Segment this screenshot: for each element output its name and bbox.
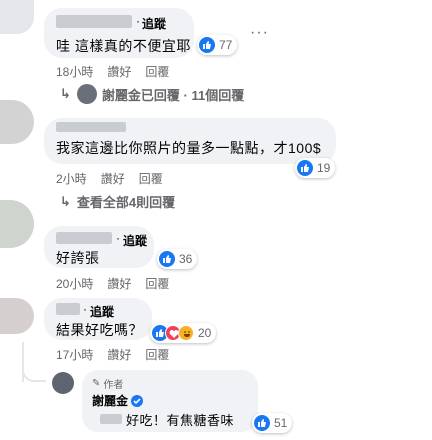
like-icon bbox=[297, 160, 313, 176]
like-icon bbox=[254, 415, 270, 431]
reaction-count: 36 bbox=[179, 252, 193, 266]
author-name[interactable]: 謝麗金 bbox=[92, 392, 128, 409]
like-icon bbox=[199, 37, 215, 53]
commenter-name[interactable] bbox=[56, 303, 80, 315]
mentioned-user[interactable] bbox=[100, 414, 122, 424]
commenter-name[interactable] bbox=[56, 15, 132, 28]
commenter-name[interactable] bbox=[56, 232, 112, 244]
comment-text: 結果好吃嗎？ bbox=[56, 322, 143, 338]
reaction-count: 20 bbox=[198, 326, 212, 340]
comment-meta: 20小時 讚好 回覆 bbox=[56, 275, 183, 292]
timestamp[interactable]: 20小時 bbox=[56, 277, 93, 291]
author-avatar[interactable] bbox=[52, 372, 74, 394]
reply-button[interactable]: 回覆 bbox=[139, 172, 163, 186]
avatar[interactable] bbox=[0, 100, 34, 144]
reaction-summary[interactable]: 36 bbox=[157, 249, 198, 269]
timestamp[interactable]: 17小時 bbox=[56, 348, 93, 362]
reply-text: 好吃！有焦糖香味 bbox=[126, 413, 235, 428]
like-button[interactable]: 讚好 bbox=[107, 277, 131, 291]
comment-meta: 18小時 讚好 回覆 bbox=[56, 63, 183, 80]
avatar[interactable] bbox=[0, 0, 34, 34]
reaction-summary[interactable]: 51 bbox=[252, 413, 293, 433]
comment-text: 哇 這樣真的不便宜耶 bbox=[56, 38, 191, 54]
reaction-summary[interactable]: 19 bbox=[295, 158, 336, 178]
reaction-summary[interactable]: 77 bbox=[197, 35, 238, 55]
reply-button[interactable]: 回覆 bbox=[145, 65, 169, 79]
view-replies-link[interactable]: ↳ 查看全部4則回覆 bbox=[60, 192, 175, 211]
haha-icon bbox=[178, 325, 194, 341]
comment-meta: 2小時 讚好 回覆 bbox=[56, 170, 177, 187]
follow-button[interactable]: 追蹤 bbox=[142, 15, 166, 32]
reply-button[interactable]: 回覆 bbox=[145, 277, 169, 291]
author-name-row: 謝麗金 bbox=[92, 392, 144, 409]
avatar bbox=[76, 84, 97, 104]
reply-button[interactable]: 回覆 bbox=[145, 348, 169, 362]
like-button[interactable]: 讚好 bbox=[107, 348, 131, 362]
comment-text: 好誇張 bbox=[56, 250, 100, 266]
avatar[interactable] bbox=[0, 298, 34, 334]
timestamp[interactable]: 18小時 bbox=[56, 65, 93, 79]
timestamp[interactable]: 2小時 bbox=[56, 172, 87, 186]
thread-connector bbox=[22, 358, 46, 382]
reaction-count: 19 bbox=[317, 161, 331, 175]
pencil-icon: ✎ bbox=[92, 378, 101, 389]
follow-button[interactable]: 追蹤 bbox=[123, 232, 147, 249]
commenter-name[interactable] bbox=[56, 122, 126, 132]
reaction-summary[interactable]: 20 bbox=[150, 323, 217, 343]
follow-button[interactable]: 追蹤 bbox=[90, 303, 114, 320]
comment-meta: 17小時 讚好 回覆 bbox=[56, 346, 183, 363]
view-replies-link[interactable]: ↳ 謝麗金已回覆 · 11個回覆 bbox=[60, 84, 244, 104]
reply-arrow-icon: ↳ bbox=[60, 193, 71, 209]
like-icon bbox=[159, 251, 175, 267]
avatar[interactable] bbox=[0, 200, 34, 248]
reaction-count: 51 bbox=[274, 416, 288, 430]
verified-icon bbox=[131, 394, 144, 407]
reply-arrow-icon: ↳ bbox=[60, 86, 71, 101]
more-icon[interactable]: ··· bbox=[250, 24, 269, 42]
author-badge: ✎ 作者 bbox=[92, 378, 124, 391]
comment-text: 我家這邊比你照片的量多一點點，才100$ bbox=[56, 140, 322, 156]
like-button[interactable]: 讚好 bbox=[107, 65, 131, 79]
reaction-count: 77 bbox=[219, 38, 233, 52]
like-button[interactable]: 讚好 bbox=[101, 172, 125, 186]
